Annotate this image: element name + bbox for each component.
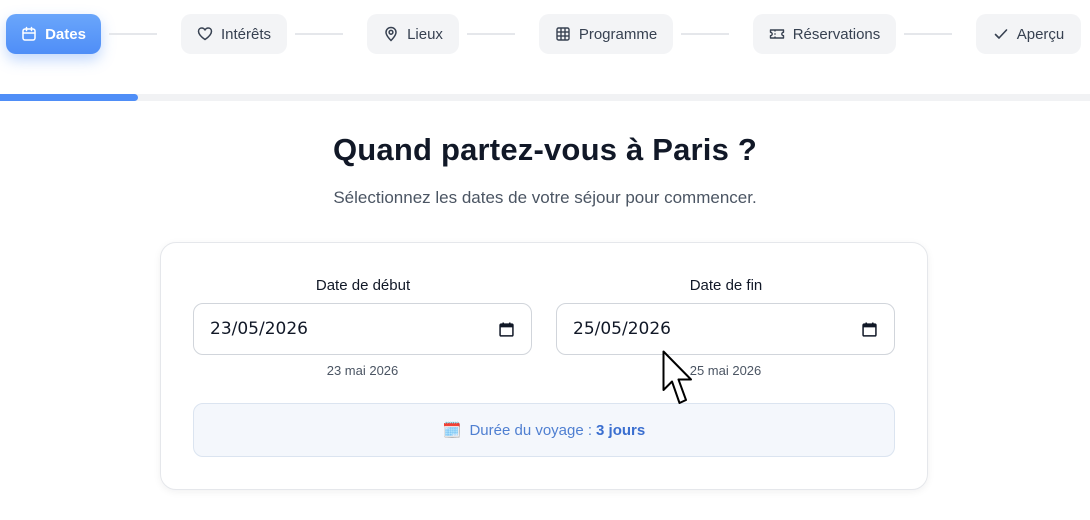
end-date-input[interactable]: 25/05/2026 xyxy=(556,303,895,355)
step-label: Intérêts xyxy=(220,25,272,43)
step-label: Dates xyxy=(45,25,86,43)
duration-label: Durée du voyage : xyxy=(469,421,593,439)
ticket-icon xyxy=(769,26,785,42)
progress-bar xyxy=(0,94,1090,101)
end-date-value: 25/05/2026 xyxy=(573,319,671,339)
step-programme[interactable]: Programme xyxy=(539,14,673,54)
step-reservations[interactable]: Réservations xyxy=(753,14,896,54)
grid-icon xyxy=(555,26,571,42)
date-selection-card: Date de début 23/05/2026 23 mai 2026 Dat… xyxy=(160,242,928,490)
step-connector xyxy=(467,33,515,35)
calendar-icon xyxy=(21,26,37,42)
step-dates[interactable]: Dates xyxy=(6,14,101,54)
step-label: Programme xyxy=(578,25,658,43)
step-label: Aperçu xyxy=(1016,25,1065,43)
step-apercu[interactable]: Aperçu xyxy=(976,14,1081,54)
duration-value: 3 jours xyxy=(596,421,646,439)
calendar-picker-icon[interactable] xyxy=(497,320,515,338)
step-lieux[interactable]: Lieux xyxy=(367,14,459,54)
start-date-label: Date de début xyxy=(315,277,411,294)
start-date-input[interactable]: 23/05/2026 xyxy=(193,303,532,355)
end-date-label: Date de fin xyxy=(689,277,763,294)
start-date-hint: 23 mai 2026 xyxy=(326,363,399,378)
check-icon xyxy=(993,26,1009,42)
step-label: Lieux xyxy=(407,25,443,43)
step-label: Réservations xyxy=(792,25,881,43)
end-date-hint: 25 mai 2026 xyxy=(689,363,762,378)
step-connector xyxy=(904,33,952,35)
progress-fill xyxy=(0,94,139,101)
step-connector xyxy=(109,33,157,35)
heart-icon xyxy=(197,26,213,42)
step-connector xyxy=(295,33,343,35)
calendar-emoji-icon: 🗓️ xyxy=(442,422,462,439)
wizard-stepper: Dates Intérêts Lieux Programme Réservati… xyxy=(0,0,1090,70)
start-date-value: 23/05/2026 xyxy=(210,319,308,339)
page-subtitle: Sélectionnez les dates de votre séjour p… xyxy=(333,188,757,207)
step-interets[interactable]: Intérêts xyxy=(181,14,287,54)
page-title: Quand partez-vous à Paris ? xyxy=(332,132,757,167)
calendar-picker-icon[interactable] xyxy=(860,320,878,338)
trip-duration-box: 🗓️ Durée du voyage : 3 jours xyxy=(193,403,895,457)
step-connector xyxy=(681,33,729,35)
map-pin-icon xyxy=(383,26,399,42)
